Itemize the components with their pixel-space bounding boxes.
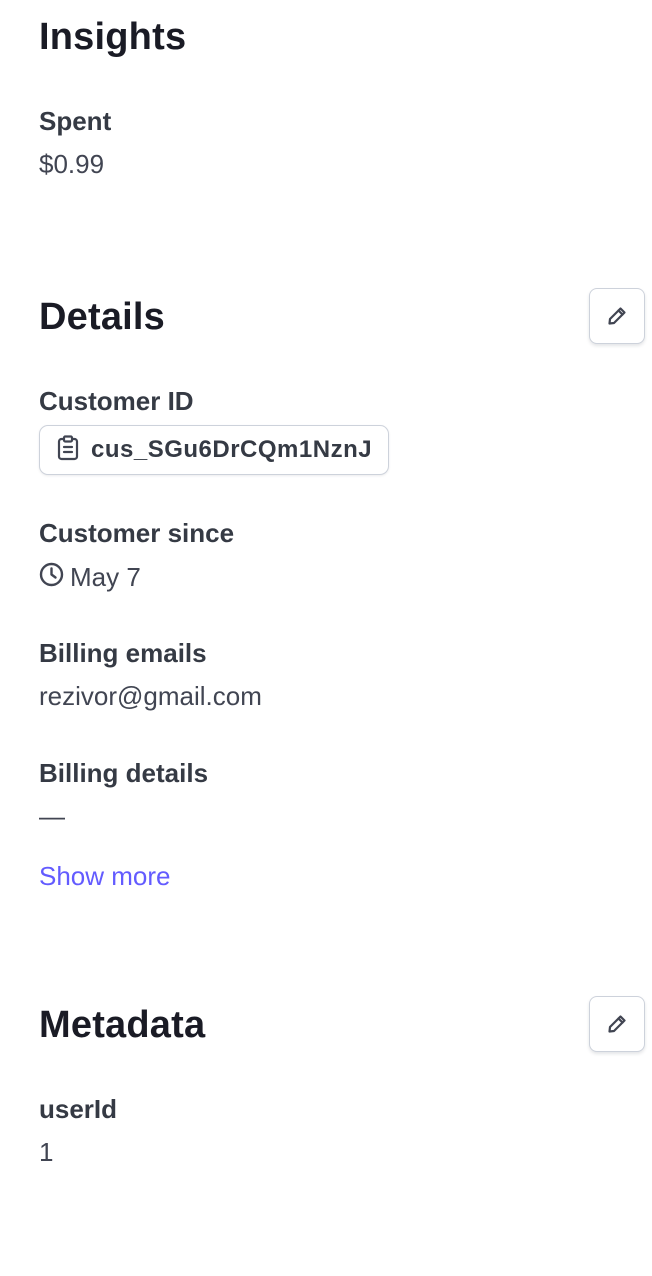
show-more-link[interactable]: Show more xyxy=(39,863,171,889)
customer-id-copy-button[interactable]: cus_SGu6DrCQm1NznJ xyxy=(39,425,389,475)
details-title: Details xyxy=(39,296,166,338)
insights-title: Insights xyxy=(39,16,187,58)
billing-details-value: — xyxy=(39,801,65,831)
billing-emails-value: rezivor@gmail.com xyxy=(39,681,262,711)
customer-since-label: Customer since xyxy=(39,518,235,548)
customer-id-label: Customer ID xyxy=(39,386,194,416)
edit-metadata-button[interactable] xyxy=(589,996,645,1052)
pencil-icon xyxy=(605,304,629,328)
metadata-key: userId xyxy=(39,1094,118,1124)
metadata-value: 1 xyxy=(39,1137,54,1167)
clock-icon xyxy=(39,562,64,592)
edit-details-button[interactable] xyxy=(589,288,645,344)
customer-since-value: May 7 xyxy=(70,562,141,592)
pencil-icon xyxy=(605,1012,629,1036)
customer-since-row: May 7 xyxy=(39,562,141,592)
customer-id-value: cus_SGu6DrCQm1NznJ xyxy=(91,436,373,463)
billing-details-label: Billing details xyxy=(39,758,209,788)
clipboard-icon xyxy=(57,434,79,466)
billing-emails-label: Billing emails xyxy=(39,638,207,668)
metadata-title: Metadata xyxy=(39,1004,206,1046)
spent-value: $0.99 xyxy=(39,149,105,179)
spent-label: Spent xyxy=(39,106,112,136)
